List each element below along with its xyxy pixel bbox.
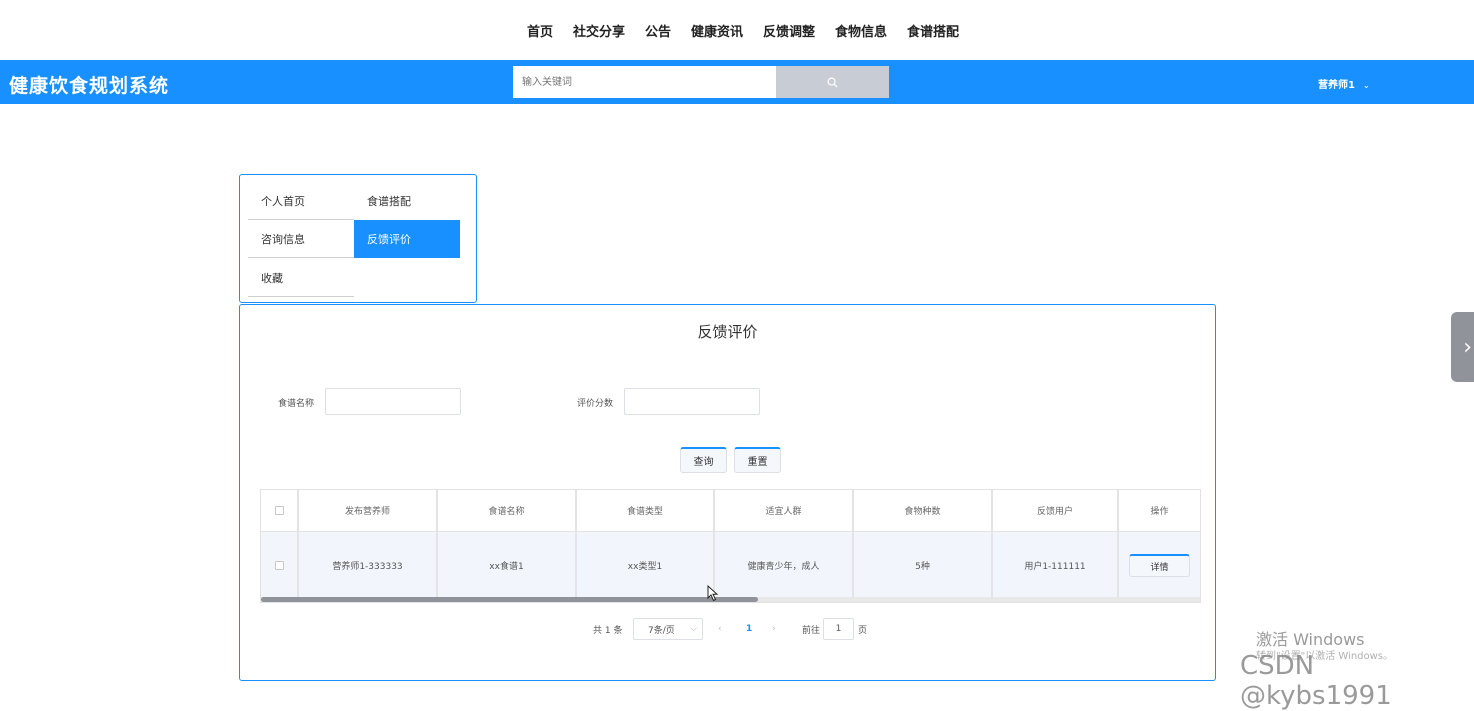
column-header: 食谱名称 (438, 490, 577, 531)
header-bar: 健康饮食规划系统 营养师1 ⌄ (0, 60, 1474, 104)
nav-social-share[interactable]: 社交分享 (573, 21, 625, 40)
table-row: 营养师1-333333 xx食谱1 xx类型1 健康青少年，成人 5种 用户1-… (261, 532, 1200, 599)
goto-page-value: 1 (835, 624, 842, 634)
row-checkbox[interactable] (274, 561, 284, 570)
header-select-cell (261, 490, 299, 531)
column-header: 操作 (1150, 507, 1169, 517)
page-size-select[interactable]: 7条/页 ⌵ (633, 618, 703, 640)
user-menu[interactable]: 营养师1 ⌄ (1318, 76, 1370, 91)
page-title: 反馈评价 (697, 323, 758, 341)
nav-feedback-adjust[interactable]: 反馈调整 (763, 21, 815, 40)
nav-food-info[interactable]: 食物信息 (835, 21, 887, 40)
user-center-menu: 个人首页 食谱搭配 咨询信息 反馈评价 收藏 (239, 174, 477, 303)
search-button[interactable] (776, 66, 889, 98)
recipe-name-input[interactable] (325, 388, 461, 415)
row-select-cell (261, 532, 299, 599)
table-cell: xx食谱1 (438, 532, 577, 599)
nav-announcement[interactable]: 公告 (645, 21, 671, 40)
column-header: 食物种数 (854, 490, 993, 531)
side-expand-tab[interactable]: › (1451, 312, 1474, 382)
chevron-down-icon: ⌄ (1362, 81, 1370, 90)
table-cell: 用户1-111111 (993, 532, 1119, 599)
menu-item-label: 食谱搭配 (367, 195, 411, 208)
search-input[interactable] (513, 66, 776, 98)
goto-page-input[interactable]: 1 (823, 618, 854, 640)
total-count: 共 1 条 (593, 625, 623, 636)
table-cell: xx类型1 (577, 532, 715, 599)
feedback-panel: 反馈评价 食谱名称 评价分数 查询 重置 发布营养师 食谱名称 食谱类型 适宜人… (239, 304, 1216, 681)
detail-button[interactable]: 详情 (1129, 554, 1190, 577)
page-size-value: 7条/页 (648, 625, 675, 636)
mouse-cursor-icon (707, 585, 719, 602)
score-label: 评价分数 (577, 399, 614, 409)
nav-home[interactable]: 首页 (527, 21, 553, 40)
page-suffix: 页 (858, 625, 868, 636)
csdn-watermark: CSDN @kybs1991 (1240, 651, 1392, 711)
action-cell: 详情 (1119, 532, 1200, 599)
top-nav: 首页 社交分享 公告 健康资讯 反馈调整 食物信息 食谱搭配 (0, 0, 1474, 60)
menu-item-label: 咨询信息 (261, 232, 305, 246)
scrollbar-thumb[interactable] (261, 597, 758, 602)
feedback-table: 发布营养师 食谱名称 食谱类型 适宜人群 食物种数 反馈用户 操作 营养师1-3… (260, 489, 1201, 603)
goto-label: 前往 (802, 625, 821, 636)
menu-item-feedback[interactable]: 反馈评价 (354, 220, 460, 258)
table-header: 发布营养师 食谱名称 食谱类型 适宜人群 食物种数 反馈用户 操作 (261, 490, 1200, 532)
pagination: 共 1 条 7条/页 ⌵ ‹ 1 › 前往 1 页 (240, 618, 1215, 640)
prev-page-icon[interactable]: ‹ (718, 618, 722, 640)
chevron-right-icon: › (1463, 334, 1472, 360)
current-page[interactable]: 1 (746, 618, 752, 640)
search-icon (827, 77, 838, 88)
menu-item-favorites[interactable]: 收藏 (248, 259, 354, 297)
menu-item-label: 个人首页 (261, 194, 305, 208)
next-page-icon[interactable]: › (772, 618, 776, 640)
nav-health-news[interactable]: 健康资讯 (691, 21, 743, 40)
menu-item-consult[interactable]: 咨询信息 (248, 220, 354, 258)
site-title: 健康饮食规划系统 (9, 75, 170, 97)
chevron-down-icon: ⌵ (690, 624, 697, 634)
column-header: 食谱类型 (577, 490, 715, 531)
horizontal-scrollbar[interactable] (261, 597, 1200, 602)
score-input[interactable] (624, 388, 760, 415)
menu-item-label: 收藏 (261, 271, 283, 285)
column-header: 发布营养师 (299, 490, 438, 531)
column-header: 反馈用户 (993, 490, 1119, 531)
query-button[interactable]: 查询 (680, 447, 727, 473)
menu-item-recipe-match[interactable]: 食谱搭配 (354, 182, 460, 220)
user-name: 营养师1 (1318, 80, 1355, 91)
menu-item-label: 反馈评价 (367, 233, 411, 246)
nav-recipe-match[interactable]: 食谱搭配 (907, 21, 959, 40)
table-cell: 健康青少年，成人 (715, 532, 854, 599)
select-all-checkbox[interactable] (274, 506, 284, 515)
table-cell: 5种 (854, 532, 993, 599)
recipe-name-label: 食谱名称 (278, 399, 315, 409)
menu-item-profile[interactable]: 个人首页 (248, 182, 354, 220)
table-cell: 营养师1-333333 (299, 532, 438, 599)
column-header: 适宜人群 (715, 490, 854, 531)
reset-button[interactable]: 重置 (734, 447, 781, 473)
